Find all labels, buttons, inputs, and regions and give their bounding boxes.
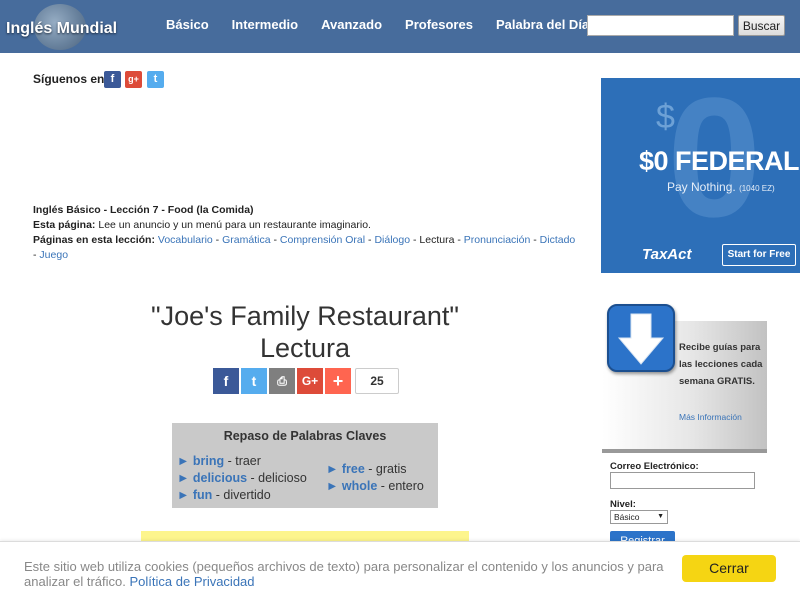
- keyword-column-1: ► bring - traer ► delicious - delicioso …: [177, 453, 307, 504]
- level-selected-value: Básico: [614, 512, 640, 522]
- keyword-meaning: - entero: [377, 479, 424, 493]
- search-button[interactable]: Buscar: [738, 15, 785, 36]
- lesson-link-gramatica[interactable]: Gramática: [222, 234, 270, 246]
- share-count: 25: [355, 368, 399, 394]
- search-input[interactable]: [587, 15, 734, 36]
- separator: -: [530, 234, 540, 246]
- newsletter-widget: Recibe guías para las lecciones cada sem…: [602, 304, 767, 449]
- share-google-plus-icon[interactable]: G+: [297, 368, 323, 394]
- share-facebook-icon[interactable]: f: [213, 368, 239, 394]
- keyword-review-box: Repaso de Palabras Claves ► bring - trae…: [172, 423, 438, 508]
- cookie-close-button[interactable]: Cerrar: [682, 555, 776, 582]
- twitter-icon[interactable]: t: [147, 71, 164, 88]
- keyword-word: free: [341, 462, 365, 476]
- ad-sub: Pay Nothing.: [667, 180, 736, 194]
- lesson-current-lectura: Lectura: [419, 234, 455, 246]
- separator: -: [212, 234, 223, 246]
- lesson-link-pronunciacion[interactable]: Pronunciación: [464, 234, 531, 246]
- separator: -: [454, 234, 464, 246]
- keyword-item: ► delicious - delicioso: [177, 470, 307, 487]
- triangle-icon: ►: [326, 462, 342, 476]
- separator: -: [270, 234, 280, 246]
- chevron-down-icon: ▼: [657, 513, 664, 520]
- level-select[interactable]: Básico ▼: [610, 510, 668, 524]
- keyword-item: ► whole - entero: [326, 478, 424, 495]
- top-navigation-bar: Inglés Mundial Básico Intermedio Avanzad…: [0, 0, 800, 53]
- nav-basico[interactable]: Básico: [166, 17, 209, 32]
- facebook-icon[interactable]: f: [104, 71, 121, 88]
- ad-dollar-graphic: $: [656, 98, 675, 136]
- main-nav: Básico Intermedio Avanzado Profesores Pa…: [166, 17, 612, 32]
- keyword-word: bring: [192, 454, 225, 468]
- page-title: "Joe's Family Restaurant" Lectura: [130, 300, 480, 364]
- keyword-word: whole: [341, 479, 378, 493]
- nav-profesores[interactable]: Profesores: [405, 17, 473, 32]
- site-logo[interactable]: Inglés Mundial: [4, 4, 128, 50]
- keyword-meaning: - delicioso: [247, 471, 307, 485]
- share-twitter-icon[interactable]: t: [241, 368, 267, 394]
- keyword-item: ► bring - traer: [177, 453, 307, 470]
- triangle-icon: ►: [326, 479, 342, 493]
- cookie-banner: Este sitio web utiliza cookies (pequeños…: [0, 541, 800, 600]
- title-line-1: "Joe's Family Restaurant": [151, 301, 459, 331]
- email-label: Correo Electrónico:: [610, 461, 699, 472]
- share-more-icon[interactable]: +: [325, 368, 351, 394]
- ad-brand: TaxAct: [642, 246, 692, 263]
- more-info-link[interactable]: Más Información: [679, 412, 742, 422]
- keyword-word: fun: [192, 488, 213, 502]
- title-line-2: Lectura: [259, 333, 351, 363]
- keyword-review-title: Repaso de Palabras Claves: [223, 429, 387, 443]
- share-print-icon[interactable]: ⎙: [269, 368, 295, 394]
- nav-avanzado[interactable]: Avanzado: [321, 17, 382, 32]
- page-description: Lee un anuncio y un menú para un restaur…: [95, 219, 371, 231]
- cookie-message: Este sitio web utiliza cookies (pequeños…: [24, 559, 664, 589]
- page-label: Esta página:: [33, 219, 96, 231]
- keyword-item: ► fun - divertido: [177, 487, 307, 504]
- ad-subtext: Pay Nothing. (1040 EZ): [667, 180, 775, 194]
- keyword-meaning: - divertido: [212, 488, 271, 502]
- triangle-icon: ►: [177, 454, 193, 468]
- lesson-link-dialogo[interactable]: Diálogo: [374, 234, 410, 246]
- keyword-item: ► free - gratis: [326, 461, 424, 478]
- email-field[interactable]: [610, 472, 755, 489]
- triangle-icon: ►: [177, 471, 193, 485]
- ad-sub-small: (1040 EZ): [739, 184, 775, 193]
- cookie-text: Este sitio web utiliza cookies (pequeños…: [24, 559, 664, 589]
- newsletter-divider: [602, 449, 767, 453]
- separator: -: [410, 234, 420, 246]
- lesson-link-dictado[interactable]: Dictado: [540, 234, 576, 246]
- advertisement[interactable]: 0 $ $0 FEDERAL Pay Nothing. (1040 EZ) Ta…: [601, 78, 800, 273]
- keyword-meaning: - gratis: [364, 462, 407, 476]
- google-plus-icon[interactable]: g+: [125, 71, 142, 88]
- lesson-heading: Inglés Básico - Lección 7 - Food (la Com…: [33, 204, 254, 216]
- follow-us-label: Síguenos en: [33, 72, 105, 86]
- download-arrow-icon: [607, 304, 675, 372]
- keyword-column-2: ► free - gratis ► whole - entero: [326, 461, 424, 495]
- keyword-meaning: - traer: [224, 454, 261, 468]
- lesson-link-juego[interactable]: Juego: [39, 249, 68, 261]
- pages-label: Páginas en esta lección:: [33, 234, 155, 246]
- nav-palabra-del-dia[interactable]: Palabra del Día: [496, 17, 589, 32]
- triangle-icon: ►: [177, 488, 193, 502]
- lesson-link-vocabulario[interactable]: Vocabulario: [158, 234, 213, 246]
- lesson-info: Inglés Básico - Lección 7 - Food (la Com…: [33, 203, 578, 263]
- ad-headline: $0 FEDERAL: [639, 146, 800, 176]
- nav-intermedio[interactable]: Intermedio: [232, 17, 298, 32]
- privacy-policy-link[interactable]: Política de Privacidad: [130, 574, 255, 589]
- newsletter-text: Recibe guías para las lecciones cada sem…: [679, 342, 763, 387]
- keyword-word: delicious: [192, 471, 248, 485]
- level-label: Nivel:: [610, 499, 636, 510]
- ad-cta-button[interactable]: Start for Free: [722, 244, 796, 266]
- lesson-link-comprension-oral[interactable]: Comprensión Oral: [280, 234, 365, 246]
- logo-text: Inglés Mundial: [6, 20, 118, 37]
